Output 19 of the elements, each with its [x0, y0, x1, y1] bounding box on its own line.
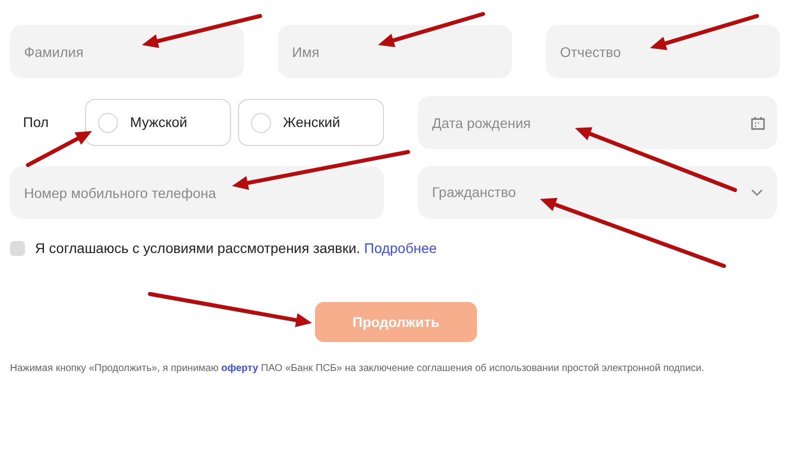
text-field[interactable]: Фамилия [10, 25, 244, 78]
offer-link[interactable]: оферту [221, 363, 258, 374]
consent-text: Я соглашаюсь с условиями рассмотрения заявки. [35, 238, 360, 258]
text-field[interactable]: Отчество [546, 25, 780, 78]
chevron-down-icon [751, 188, 763, 196]
checkbox[interactable] [10, 240, 25, 256]
text-field[interactable]: Имя [278, 25, 512, 78]
gender-label: Пол [22, 113, 50, 132]
calendar-icon [751, 116, 765, 130]
radio-option[interactable]: Мужской [85, 99, 231, 146]
details-link[interactable]: Подробнее [364, 238, 437, 258]
radio-icon [251, 112, 271, 132]
radio-option[interactable]: Женский [238, 99, 384, 146]
phone-field[interactable]: Номер мобильного телефона [10, 166, 384, 219]
citizenship-select[interactable]: Гражданство [418, 166, 777, 219]
offer-notice: Нажимая кнопку «Продолжить», я принимаю оферту ПАО «Банк ПСБ» на заключение соглашения об использовании простой электронной подписи. [10, 362, 706, 375]
radio-icon [98, 112, 118, 132]
annotation-arrow [26, 131, 92, 167]
date-field[interactable]: Дата рождения [418, 96, 777, 149]
